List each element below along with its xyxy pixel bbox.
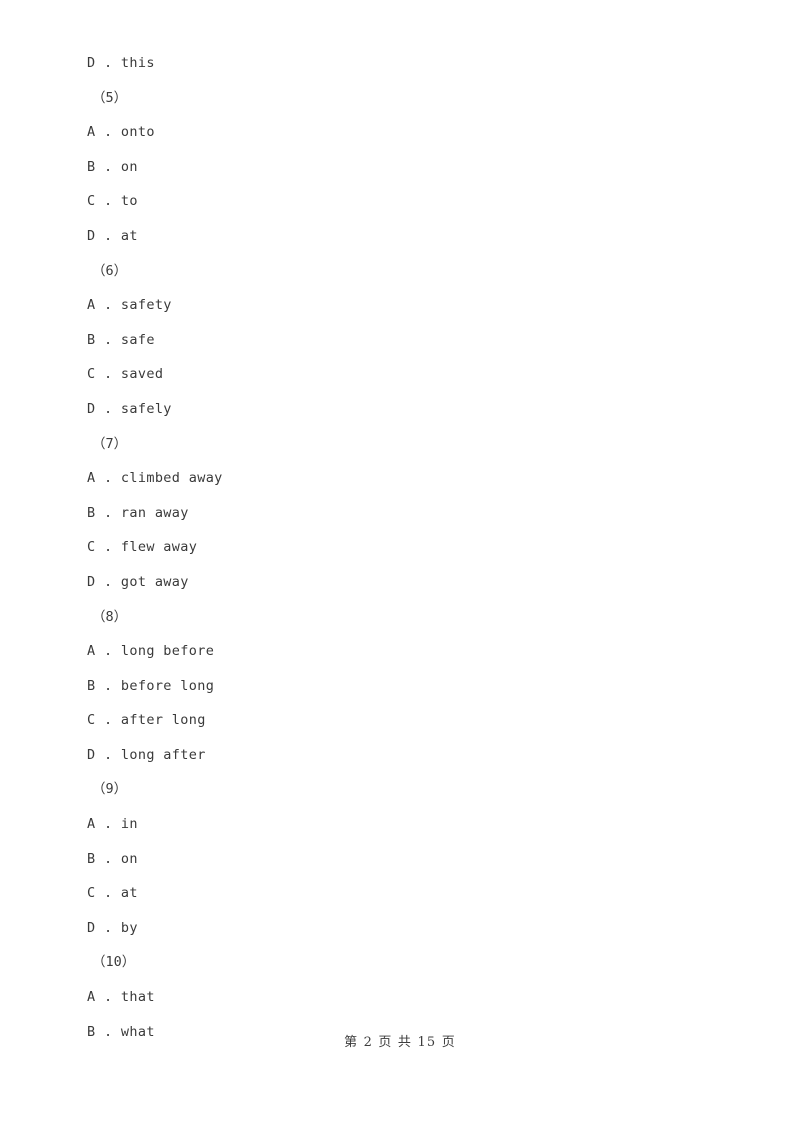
answer-option: A . that <box>0 980 800 1015</box>
question-options-list: D . this （5） A . onto B . on C . to D . at （6）… <box>0 46 800 1049</box>
answer-option: C . flew away <box>0 530 800 565</box>
page-footer: 第 2 页 共 15 页 <box>344 1035 456 1050</box>
answer-option-separator: . <box>95 643 121 660</box>
answer-option-separator: . <box>95 746 121 763</box>
document-page: D . this （5） A . onto B . on C . to D . at （6）… <box>0 0 800 1132</box>
answer-option-separator: . <box>95 573 121 590</box>
answer-option-separator: . <box>95 885 121 902</box>
answer-option: D . safely <box>0 392 800 427</box>
answer-option-text: before long <box>120 677 215 694</box>
answer-option-separator: . <box>95 193 121 210</box>
question-number: （10） <box>0 945 800 980</box>
answer-option: B . on <box>0 150 800 185</box>
answer-option: D . got away <box>0 565 800 600</box>
answer-option-text: safely <box>120 400 172 417</box>
question-number: （7） <box>0 427 800 462</box>
answer-option-text: on <box>120 850 138 867</box>
answer-option-text: onto <box>120 124 155 141</box>
answer-option-separator: . <box>95 158 121 175</box>
question-number: （8） <box>0 600 800 635</box>
answer-option-separator: . <box>95 539 121 556</box>
answer-option-separator: . <box>95 989 121 1006</box>
answer-option-separator: . <box>95 55 121 71</box>
answer-option: D . by <box>0 911 800 946</box>
answer-option: D . long after <box>0 738 800 773</box>
question-number-label: （7） <box>92 435 128 452</box>
answer-option-text: on <box>120 158 138 175</box>
answer-option-separator: . <box>95 919 121 936</box>
answer-option: A . onto <box>0 115 800 150</box>
question-number-label: （6） <box>92 262 128 279</box>
question-number: （6） <box>0 254 800 289</box>
answer-option-text: flew away <box>120 539 198 556</box>
answer-option-separator: . <box>95 297 121 314</box>
question-number: （9） <box>0 772 800 807</box>
question-number-label: （10） <box>92 954 136 971</box>
answer-option: B . before long <box>0 669 800 704</box>
answer-option-text: that <box>120 989 155 1006</box>
answer-option: A . safety <box>0 288 800 323</box>
answer-option-separator: . <box>95 712 121 729</box>
answer-option: A . climbed away <box>0 461 800 496</box>
answer-option-text: ran away <box>120 504 189 521</box>
answer-option-separator: . <box>95 227 121 244</box>
answer-option-separator: . <box>95 850 121 867</box>
answer-option-separator: . <box>95 816 121 833</box>
answer-option-text: long after <box>120 746 206 763</box>
question-number-label: （9） <box>92 781 128 798</box>
answer-option: B . ran away <box>0 496 800 531</box>
answer-option-separator: . <box>95 504 121 521</box>
answer-option: D . this <box>0 46 800 81</box>
answer-option: B . on <box>0 842 800 877</box>
answer-option-text: got away <box>120 573 189 590</box>
answer-option: B . safe <box>0 323 800 358</box>
answer-option-text: at <box>120 885 138 902</box>
answer-option-text: safety <box>120 297 172 314</box>
answer-option-separator: . <box>95 366 121 383</box>
answer-option-text: to <box>120 193 138 210</box>
answer-option-text: saved <box>120 366 164 383</box>
answer-option-text: by <box>120 919 138 936</box>
question-number-label: （8） <box>92 608 128 625</box>
answer-option: C . after long <box>0 703 800 738</box>
answer-option-text: in <box>120 816 138 833</box>
answer-option-separator: . <box>95 677 121 694</box>
answer-option: A . in <box>0 807 800 842</box>
answer-option-separator: . <box>95 331 121 348</box>
answer-option-text: this <box>120 55 155 71</box>
question-number: （5） <box>0 81 800 116</box>
answer-option-text: climbed away <box>120 470 223 487</box>
answer-option: C . at <box>0 876 800 911</box>
answer-option-separator: . <box>95 400 121 417</box>
answer-option-text: safe <box>120 331 155 348</box>
answer-option: D . at <box>0 219 800 254</box>
answer-option-separator: . <box>95 470 121 487</box>
answer-option-text: after long <box>120 712 206 729</box>
answer-option: C . saved <box>0 357 800 392</box>
answer-option-separator: . <box>95 124 121 141</box>
answer-option: A . long before <box>0 634 800 669</box>
answer-option-text: at <box>120 227 138 244</box>
answer-option: C . to <box>0 184 800 219</box>
answer-option-text: long before <box>120 643 215 660</box>
question-number-label: （5） <box>92 89 128 106</box>
